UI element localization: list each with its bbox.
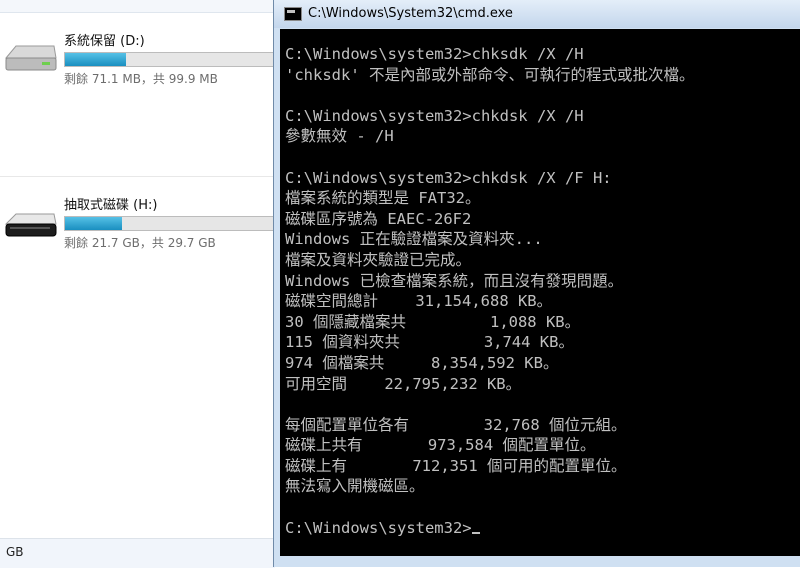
cmd-title-bar[interactable]: C:\Windows\System32\cmd.exe — [274, 0, 800, 28]
console-line: C:\Windows\system32>chkdsk /X /F H: — [285, 168, 612, 187]
console-text: C:\Windows\system32>chksdk /X /H 'chksdk… — [280, 29, 800, 538]
console-line: 檔案及資料夾驗證已完成。 — [285, 250, 472, 269]
drive-h-name: 抽取式磁碟 (H:) — [64, 198, 158, 213]
console-line: Windows 已檢查檔案系統，而且沒有發現問題。 — [285, 271, 624, 290]
status-text: GB — [6, 545, 24, 559]
console-line: Windows 正在驗證檔案及資料夾... — [285, 230, 543, 249]
console-line: 磁碟上有 712,351 個可用的配置單位。 — [285, 456, 627, 475]
cmd-window[interactable]: C:\Windows\System32\cmd.exe C:\Windows\s… — [273, 0, 800, 567]
removable-drive-icon — [4, 213, 57, 237]
console-icon — [284, 7, 302, 21]
console-line: 'chksdk' 不是內部或外部命令、可執行的程式或批次檔。 — [285, 65, 695, 84]
console-line: 每個配置單位各有 32,768 個位元組。 — [285, 415, 627, 434]
console-line: 115 個資料夾共 3,744 KB。 — [285, 333, 574, 352]
drive-d-usage-bar — [64, 52, 276, 67]
console-output[interactable]: C:\Windows\system32>chksdk /X /H 'chksdk… — [280, 29, 800, 556]
drive-d[interactable]: 系統保留 (D:) 剩餘 71.1 MB，共 99.9 MB — [0, 30, 276, 94]
drive-h-space: 剩餘 21.7 GB，共 29.7 GB — [64, 236, 216, 250]
drive-d-usage-fill — [65, 53, 126, 66]
console-line: 無法寫入開機磁區。 — [285, 477, 425, 496]
explorer-header-strip — [0, 0, 275, 13]
console-line: 磁碟上共有 973,584 個配置單位。 — [285, 436, 596, 455]
console-line: 參數無效 - /H — [285, 127, 394, 146]
console-line: C:\Windows\system32>chksdk /X /H — [285, 45, 584, 63]
console-line: C:\Windows\system32> — [285, 518, 472, 537]
cmd-title: C:\Windows\System32\cmd.exe — [308, 6, 513, 21]
explorer-status-bar: GB — [0, 538, 275, 568]
drive-d-space: 剩餘 71.1 MB，共 99.9 MB — [64, 72, 218, 86]
cursor-caret — [471, 531, 480, 534]
console-line: 974 個檔案共 8,354,592 KB。 — [285, 353, 559, 372]
console-line: 可用空間 22,795,232 KB。 — [285, 374, 522, 393]
console-line: 磁碟空間總計 31,154,688 KB。 — [285, 292, 553, 311]
console-line: C:\Windows\system32>chkdsk /X /H — [285, 106, 584, 125]
drive-d-name: 系統保留 (D:) — [64, 34, 145, 49]
console-line: 檔案系統的類型是 FAT32。 — [285, 189, 481, 208]
drive-h[interactable]: 抽取式磁碟 (H:) 剩餘 21.7 GB，共 29.7 GB — [0, 194, 276, 258]
hard-drive-icon — [4, 45, 57, 71]
drive-h-usage-fill — [65, 217, 122, 230]
console-line: 磁碟區序號為 EAEC-26F2 — [285, 209, 472, 228]
section-divider — [0, 176, 275, 177]
drive-h-usage-bar — [64, 216, 276, 231]
console-line: 30 個隱藏檔案共 1,088 KB。 — [285, 312, 581, 331]
